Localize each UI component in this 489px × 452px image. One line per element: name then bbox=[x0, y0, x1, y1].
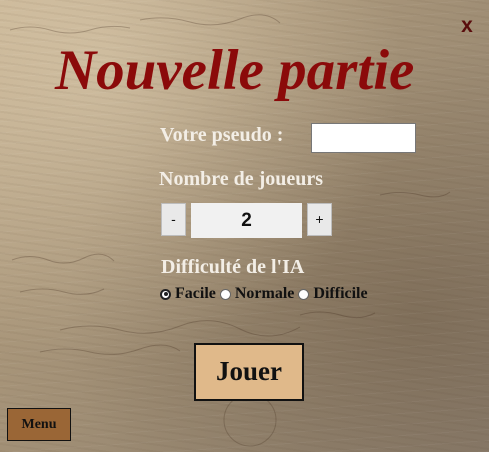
pseudo-input[interactable] bbox=[311, 123, 416, 153]
difficulty-option-label: Facile bbox=[175, 285, 216, 302]
difficulty-option-normale[interactable]: Normale bbox=[219, 285, 295, 303]
menu-button[interactable]: Menu bbox=[7, 408, 71, 441]
players-count: 2 bbox=[191, 203, 302, 238]
pseudo-label: Votre pseudo : bbox=[160, 124, 284, 146]
difficulty-option-facile[interactable]: Facile bbox=[160, 285, 216, 303]
decrement-players-button[interactable]: - bbox=[161, 203, 186, 236]
difficulty-option-label: Normale bbox=[234, 285, 295, 302]
difficulty-label: Difficulté de l'IA bbox=[161, 256, 305, 278]
difficulty-option-difficile[interactable]: Difficile bbox=[298, 285, 368, 303]
difficulty-option-label: Difficile bbox=[313, 285, 368, 302]
increment-players-button[interactable]: + bbox=[307, 203, 332, 236]
difficulty-radio-group: Facile Normale Difficile bbox=[160, 283, 372, 305]
radio-button-difficile[interactable] bbox=[298, 288, 310, 300]
radio-button-facile[interactable] bbox=[160, 288, 171, 300]
close-button[interactable]: x bbox=[456, 14, 478, 38]
radio-button-normale[interactable] bbox=[219, 288, 231, 300]
players-label: Nombre de joueurs bbox=[159, 168, 324, 190]
play-button[interactable]: Jouer bbox=[194, 343, 304, 401]
page-title: Nouvelle partie bbox=[55, 39, 415, 102]
